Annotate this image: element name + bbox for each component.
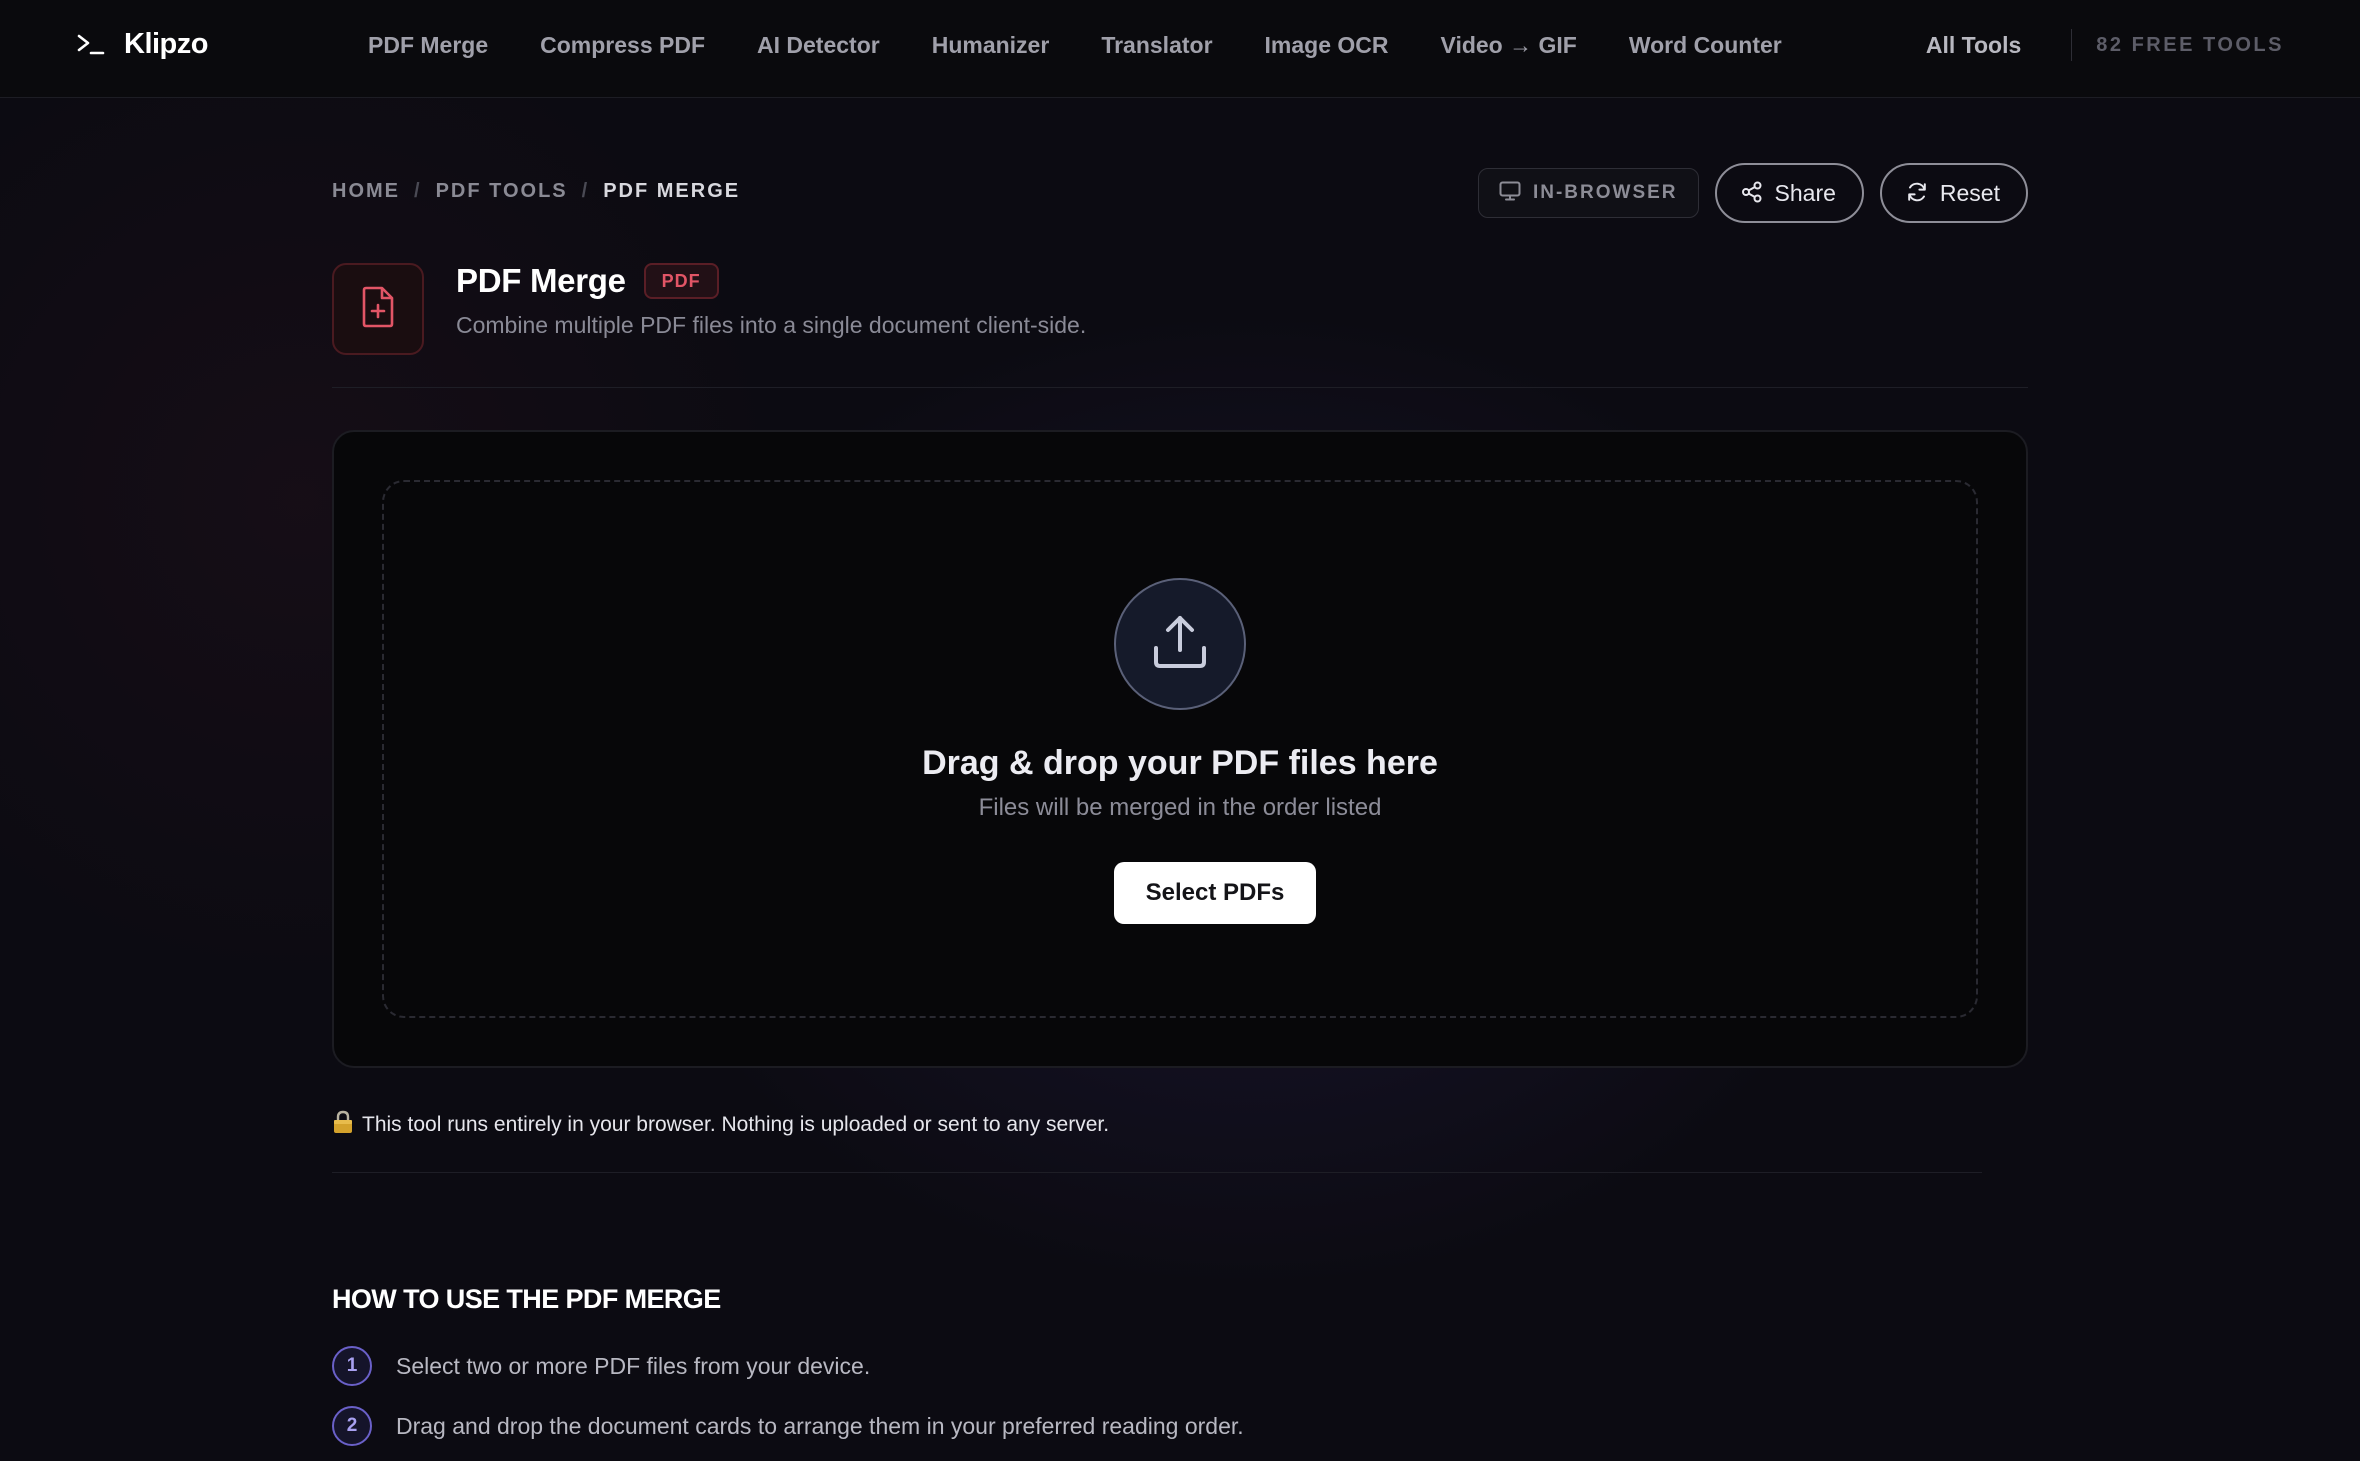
howto-title: HOW TO USE THE PDF MERGE — [332, 1284, 721, 1314]
in-browser-label: IN-BROWSER — [1532, 182, 1678, 203]
breadcrumb: HOME / PDF TOOLS / PDF MERGE — [332, 180, 740, 203]
upload-icon-circle — [1114, 578, 1246, 710]
breadcrumb-separator: / — [414, 180, 422, 202]
page-subtitle: Combine multiple PDF files into a single… — [456, 312, 1087, 338]
privacy-text: This tool runs entirely in your browser.… — [362, 1112, 1110, 1136]
nav-link-pdf-merge[interactable]: PDF Merge — [368, 32, 488, 59]
refresh-icon — [1906, 181, 1928, 206]
nav-links: PDF Merge Compress PDF AI Detector Human… — [368, 0, 1834, 90]
upload-card: Drag & drop your PDF files here Files wi… — [332, 430, 2028, 1068]
share-icon — [1741, 181, 1763, 206]
free-tools-count: 82 FREE TOOLS — [2096, 33, 2284, 56]
nav-right: All Tools 82 FREE TOOLS — [1926, 0, 2360, 90]
step-number: 2 — [332, 1406, 372, 1446]
nav-link-word-counter[interactable]: Word Counter — [1629, 32, 1782, 59]
select-pdfs-button[interactable]: Select PDFs — [1114, 862, 1316, 924]
nav-link-video-to-gif[interactable]: Video → GIF — [1441, 32, 1577, 59]
nav-link-image-ocr[interactable]: Image OCR — [1265, 32, 1389, 59]
select-pdfs-label: Select PDFs — [1145, 879, 1285, 906]
in-browser-badge: IN-BROWSER — [1477, 168, 1699, 218]
pdf-tag-label: PDF — [661, 270, 701, 291]
monitor-icon — [1499, 181, 1521, 206]
dropzone-subtitle: Files will be merged in the order listed — [978, 794, 1382, 821]
share-button[interactable]: Share — [1714, 163, 1864, 223]
howto-step: 1 Select two or more PDF files from your… — [332, 1346, 870, 1386]
nav-link-translator[interactable]: Translator — [1101, 32, 1212, 59]
breadcrumb-home[interactable]: HOME — [332, 180, 400, 203]
terminal-prompt-icon — [76, 30, 106, 60]
step-text: Drag and drop the document cards to arra… — [396, 1412, 1244, 1439]
step-number: 1 — [332, 1346, 372, 1386]
dropzone-title: Drag & drop your PDF files here — [922, 744, 1438, 782]
logo[interactable]: Klipzo — [76, 28, 209, 61]
privacy-note: This tool runs entirely in your browser.… — [332, 1110, 1109, 1139]
breadcrumb-separator: / — [581, 180, 590, 202]
reset-label: Reset — [1939, 179, 2000, 206]
tool-icon-container — [332, 263, 424, 355]
step-text: Select two or more PDF files from your d… — [396, 1352, 871, 1379]
reset-button[interactable]: Reset — [1879, 163, 2028, 223]
dropzone[interactable]: Drag & drop your PDF files here Files wi… — [382, 480, 1978, 1018]
page-title: PDF Merge — [456, 262, 626, 299]
share-label: Share — [1774, 179, 1836, 206]
file-plus-icon — [360, 286, 396, 333]
divider — [332, 1172, 1982, 1173]
page-actions: IN-BROWSER Share Reset — [1477, 163, 2028, 223]
breadcrumb-current: PDF MERGE — [603, 180, 741, 202]
nav-link-humanizer[interactable]: Humanizer — [932, 32, 1050, 59]
all-tools-link[interactable]: All Tools — [1926, 32, 2021, 59]
title-row: PDF Merge PDF — [456, 262, 719, 300]
logo-text: Klipzo — [124, 28, 209, 60]
nav-link-compress-pdf[interactable]: Compress PDF — [540, 32, 705, 59]
nav-link-ai-detector[interactable]: AI Detector — [757, 32, 880, 59]
howto-step: 2 Drag and drop the document cards to ar… — [332, 1406, 1244, 1446]
pdf-tag: PDF — [643, 263, 719, 299]
nav-divider — [2071, 29, 2073, 61]
upload-icon — [1150, 612, 1210, 677]
lock-icon — [332, 1110, 354, 1139]
divider — [332, 387, 2028, 388]
breadcrumb-pdf-tools[interactable]: PDF TOOLS — [436, 180, 568, 203]
top-navbar: Klipzo PDF Merge Compress PDF AI Detecto… — [0, 0, 2360, 98]
